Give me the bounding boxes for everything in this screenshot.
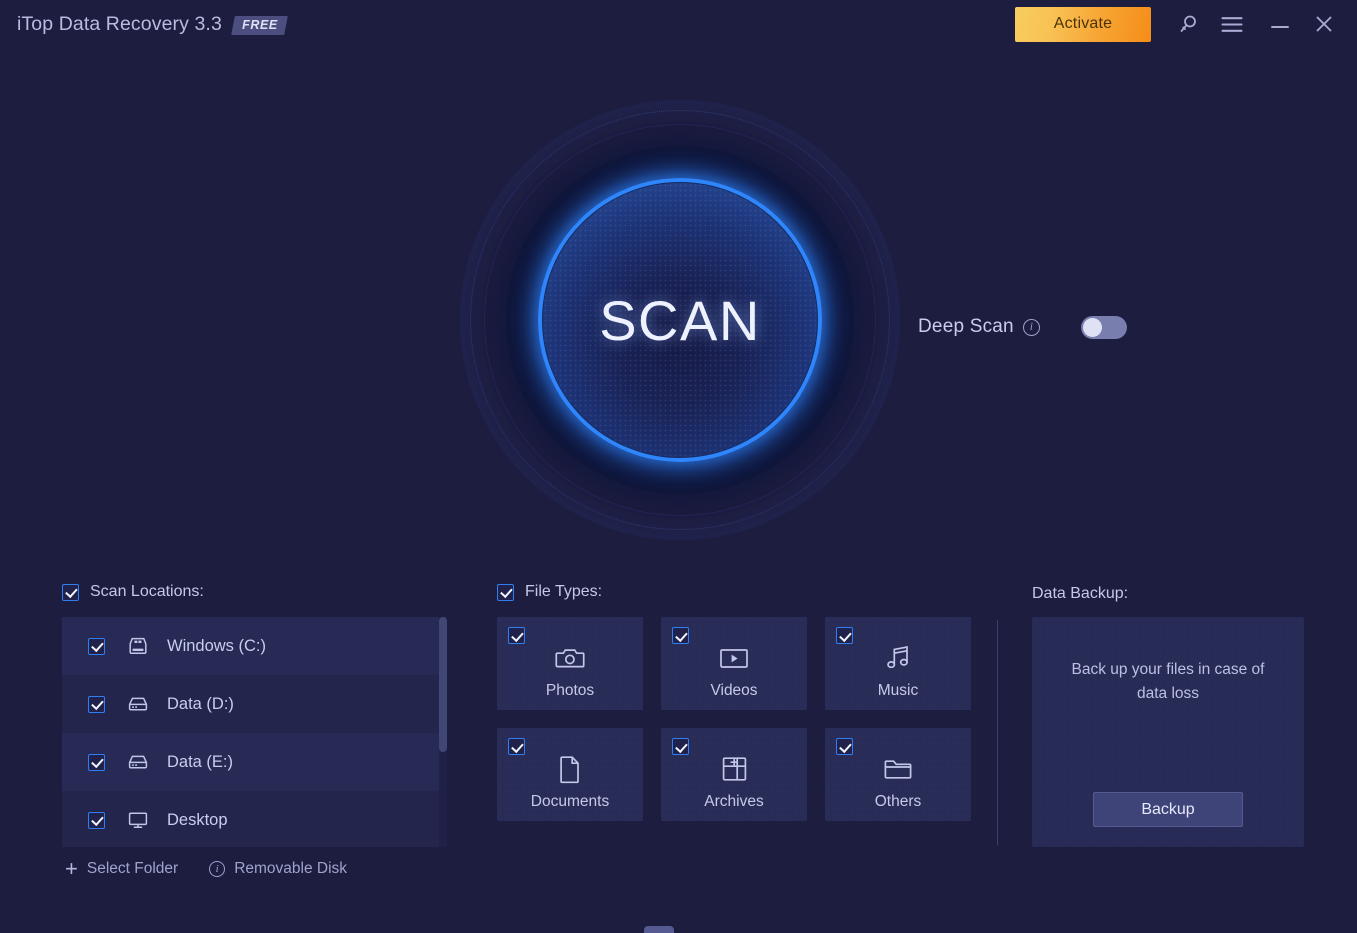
windows-drive-icon bbox=[126, 634, 150, 658]
list-item[interactable]: Data (D:) bbox=[62, 675, 447, 733]
location-checkbox[interactable] bbox=[88, 753, 105, 771]
hard-drive-icon bbox=[126, 750, 150, 774]
folder-icon bbox=[883, 754, 913, 784]
edition-badge-text: FREE bbox=[241, 17, 278, 32]
location-checkbox[interactable] bbox=[88, 811, 105, 829]
search-icon[interactable] bbox=[1171, 7, 1205, 41]
list-item[interactable]: Windows (C:) bbox=[62, 617, 447, 675]
file-type-checkbox[interactable] bbox=[508, 738, 525, 755]
document-page-icon bbox=[558, 754, 582, 784]
file-type-checkbox[interactable] bbox=[836, 627, 853, 644]
file-type-label: Others bbox=[874, 793, 922, 810]
activate-button[interactable]: Activate bbox=[1015, 6, 1151, 42]
bottom-handle[interactable] bbox=[644, 926, 674, 933]
scan-locations-header: Scan Locations: bbox=[62, 583, 447, 601]
app-title-text: iTop Data Recovery 3.3 bbox=[17, 12, 222, 35]
data-backup-description: Back up your files in case of data loss bbox=[1071, 661, 1265, 702]
hard-drive-icon bbox=[126, 692, 150, 716]
data-backup-title: Data Backup: bbox=[1032, 585, 1129, 602]
scan-button-label: SCAN bbox=[599, 288, 761, 352]
location-label: Data (E:) bbox=[167, 752, 234, 771]
file-type-documents[interactable]: Documents bbox=[497, 728, 643, 821]
data-backup-panel: Data Backup: Back up your files in case … bbox=[1032, 585, 1304, 847]
scan-locations-panel: Scan Locations: Windows (C:) Data (D:) D… bbox=[62, 583, 447, 881]
select-folder-label: Select Folder bbox=[86, 860, 179, 877]
location-label: Data (D:) bbox=[167, 694, 234, 713]
file-type-checkbox[interactable] bbox=[672, 738, 689, 755]
select-folder-button[interactable]: + Select Folder bbox=[65, 856, 179, 881]
deep-scan-label: Deep Scan bbox=[918, 316, 1014, 337]
list-item[interactable]: Desktop bbox=[62, 791, 447, 847]
scan-locations-checkbox[interactable] bbox=[62, 583, 79, 601]
scrollbar-track[interactable] bbox=[439, 617, 447, 847]
location-label: Desktop bbox=[167, 810, 228, 829]
monitor-icon bbox=[126, 808, 150, 832]
title-bar: iTop Data Recovery 3.3 FREE Activate bbox=[0, 0, 1357, 48]
scan-locations-title: Scan Locations: bbox=[90, 583, 204, 600]
backup-button[interactable]: Backup bbox=[1093, 792, 1243, 827]
file-type-archives[interactable]: Archives bbox=[661, 728, 807, 821]
minimize-icon[interactable] bbox=[1263, 7, 1297, 41]
file-type-label: Music bbox=[877, 682, 919, 699]
file-type-checkbox[interactable] bbox=[672, 627, 689, 644]
file-type-others[interactable]: Others bbox=[825, 728, 971, 821]
edition-badge: FREE bbox=[231, 15, 288, 35]
hamburger-menu-icon[interactable] bbox=[1215, 7, 1249, 41]
file-type-checkbox[interactable] bbox=[836, 738, 853, 755]
panel-divider bbox=[997, 620, 998, 845]
scan-button-area: SCAN bbox=[460, 100, 900, 540]
file-type-label: Videos bbox=[710, 682, 758, 699]
file-types-title: File Types: bbox=[525, 583, 603, 600]
app-title: iTop Data Recovery 3.3 FREE bbox=[17, 12, 288, 36]
camera-icon bbox=[555, 643, 585, 673]
close-icon[interactable] bbox=[1307, 7, 1341, 41]
file-type-checkbox[interactable] bbox=[508, 627, 525, 644]
file-type-label: Photos bbox=[545, 682, 595, 699]
file-type-photos[interactable]: Photos bbox=[497, 617, 643, 710]
deep-scan-toggle[interactable] bbox=[1080, 315, 1127, 339]
file-types-panel: File Types: Photos Videos Music Document… bbox=[497, 583, 971, 821]
file-type-label: Documents bbox=[530, 793, 610, 810]
file-type-music[interactable]: Music bbox=[825, 617, 971, 710]
info-icon: i bbox=[209, 861, 226, 877]
location-label: Windows (C:) bbox=[167, 636, 267, 655]
scan-button[interactable]: SCAN bbox=[543, 183, 817, 457]
plus-icon: + bbox=[65, 856, 78, 881]
file-types-checkbox[interactable] bbox=[497, 583, 514, 601]
scrollbar-thumb[interactable] bbox=[439, 617, 447, 752]
data-backup-card: Back up your files in case of data loss … bbox=[1032, 617, 1304, 847]
video-player-icon bbox=[719, 643, 749, 673]
removable-disk-label: Removable Disk bbox=[234, 860, 348, 877]
scan-locations-links: + Select Folder i Removable Disk bbox=[62, 856, 447, 881]
file-type-videos[interactable]: Videos bbox=[661, 617, 807, 710]
removable-disk-button[interactable]: i Removable Disk bbox=[209, 860, 347, 878]
scan-locations-list: Windows (C:) Data (D:) Data (E:) Desktop bbox=[62, 617, 447, 847]
archive-box-icon bbox=[721, 754, 748, 784]
music-note-icon bbox=[885, 643, 911, 673]
info-icon[interactable]: i bbox=[1022, 318, 1040, 336]
title-bar-controls: Activate bbox=[1015, 0, 1357, 48]
toggle-knob bbox=[1082, 317, 1102, 337]
location-checkbox[interactable] bbox=[88, 637, 105, 655]
deep-scan-control: Deep Scan i bbox=[918, 310, 1127, 344]
file-types-grid: Photos Videos Music Documents Archives O… bbox=[497, 617, 971, 821]
location-checkbox[interactable] bbox=[88, 695, 105, 713]
file-type-label: Archives bbox=[704, 793, 764, 810]
file-types-header: File Types: bbox=[497, 583, 967, 601]
list-item[interactable]: Data (E:) bbox=[62, 733, 447, 791]
